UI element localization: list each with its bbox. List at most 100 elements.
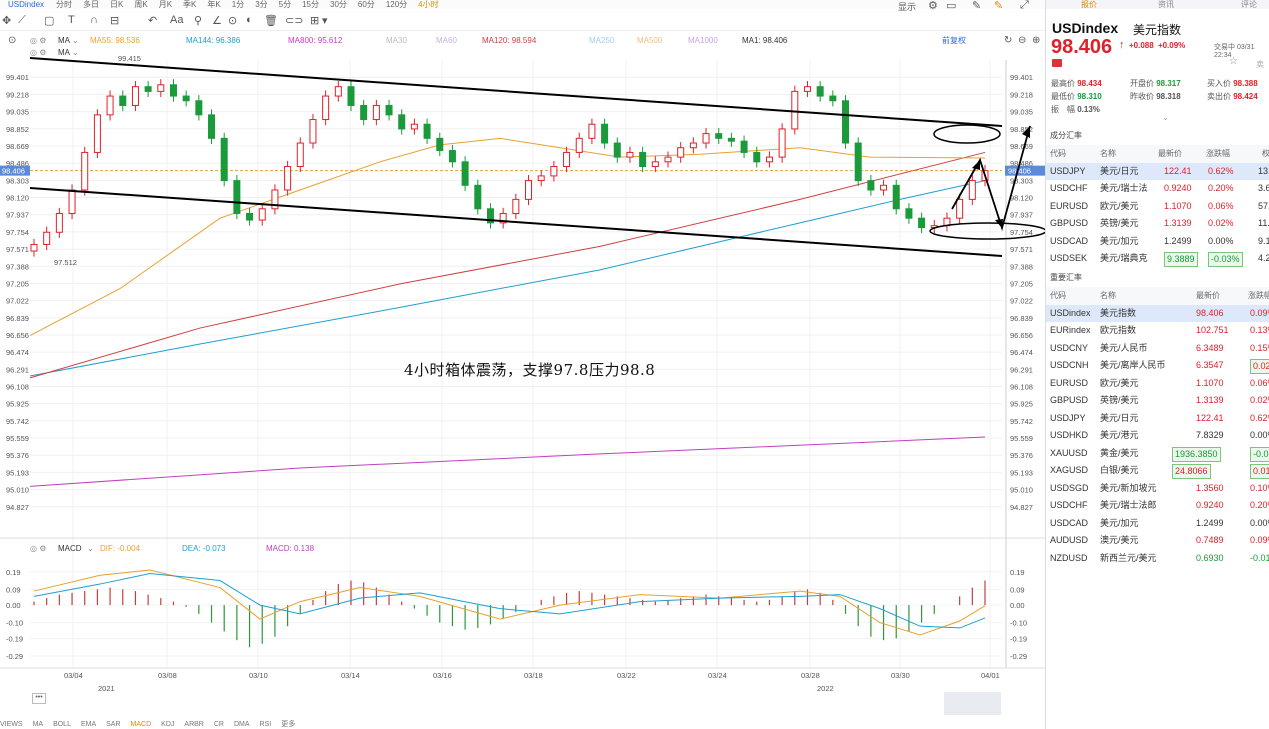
candle-body bbox=[880, 184, 888, 191]
table-row[interactable]: XAGUSD 白银/美元 24.8066 0.01% bbox=[1046, 462, 1269, 480]
macd-chevron-icon[interactable]: ⌄ bbox=[87, 543, 94, 554]
price-tick-left: 96.474 bbox=[6, 348, 29, 357]
indicator-11[interactable]: 更多 bbox=[281, 721, 295, 728]
stat-low: 最低价 98.310 bbox=[1051, 92, 1102, 101]
cell-w: 13.6 bbox=[1258, 165, 1269, 176]
table-row[interactable]: USDCNH 美元/离岸人民币 6.3547 0.02% bbox=[1046, 357, 1269, 375]
major-col-1[interactable]: 名称 bbox=[1100, 287, 1116, 305]
indicator-10[interactable]: RSI bbox=[260, 721, 272, 728]
tab-comments[interactable]: 评论 bbox=[1241, 0, 1257, 10]
high-label: 99.415 bbox=[118, 54, 141, 63]
price-tick-left: 97.022 bbox=[6, 297, 29, 306]
candle-body bbox=[639, 151, 647, 168]
table-row[interactable]: USDCAD 美元/加元 1.2499 0.00% bbox=[1046, 515, 1269, 533]
comp-col-4[interactable]: 权 bbox=[1262, 145, 1269, 163]
price-tick-right: 96.291 bbox=[1010, 365, 1033, 374]
candle-body bbox=[664, 156, 672, 163]
sell-button[interactable]: 卖 bbox=[1256, 59, 1264, 70]
table-row[interactable]: USDSGD 美元/新加坡元 1.3560 0.10% bbox=[1046, 480, 1269, 498]
table-row[interactable]: AUDUSD 澳元/美元 0.7489 0.09% bbox=[1046, 532, 1269, 550]
flag-icon bbox=[1052, 59, 1062, 67]
table-row[interactable]: USDCHF 美元/瑞士法郎 0.9240 0.20% bbox=[1046, 497, 1269, 515]
cell-code: GBPUSD bbox=[1050, 218, 1089, 228]
trade-time: 交易中 03/31 22:34 bbox=[1214, 44, 1255, 59]
tab-news[interactable]: 资讯 bbox=[1158, 0, 1174, 10]
table-row[interactable]: GBPUSD 英镑/美元 1.3139 0.02% 11.9 bbox=[1046, 215, 1269, 233]
table-row[interactable]: USDCAD 美元/加元 1.2499 0.00% 9.1 bbox=[1046, 233, 1269, 251]
candle-body bbox=[131, 86, 139, 106]
major-col-0[interactable]: 代码 bbox=[1050, 287, 1066, 305]
price-tick-right: 95.010 bbox=[1010, 486, 1033, 495]
stat-buy: 买入价 98.388 bbox=[1207, 79, 1258, 88]
comp-col-0[interactable]: 代码 bbox=[1050, 145, 1066, 163]
comp-col-2[interactable]: 最新价 bbox=[1158, 145, 1182, 163]
table-row[interactable]: USDJPY 美元/日元 122.41 0.62% 13.6 bbox=[1046, 162, 1269, 180]
comp-col-1[interactable]: 名称 bbox=[1100, 145, 1116, 163]
cell-name: 欧元/美元 bbox=[1100, 377, 1139, 388]
cell-price: 1.1070 bbox=[1196, 377, 1224, 388]
table-row[interactable]: EURUSD 欧元/美元 1.1070 0.06% 57.6 bbox=[1046, 198, 1269, 216]
cell-code: USDindex bbox=[1050, 307, 1091, 318]
table-row[interactable]: USDCHF 美元/瑞士法 0.9240 0.20% 3.6 bbox=[1046, 180, 1269, 198]
table-row[interactable]: USDCNY 美元/人民币 6.3489 0.15% bbox=[1046, 340, 1269, 358]
table-row[interactable]: USDHKD 美元/港元 7.8329 0.00% bbox=[1046, 427, 1269, 445]
star-icon[interactable]: ☆ bbox=[1229, 56, 1238, 67]
table-row[interactable]: NZDUSD 新西兰元/美元 0.6930 -0.01% bbox=[1046, 550, 1269, 568]
cell-w: 57.6 bbox=[1258, 200, 1269, 211]
dea-line bbox=[33, 573, 986, 629]
candle-body bbox=[829, 95, 837, 102]
expand-chevron-icon[interactable]: ⌄ bbox=[1162, 113, 1169, 122]
price-tick-left: 97.205 bbox=[6, 279, 29, 288]
indicator-9[interactable]: DMA bbox=[234, 721, 250, 728]
component-table: 代码名称最新价涨跌幅权USDJPY美元/日元122.410.62%13.6USD… bbox=[1046, 145, 1269, 268]
macd-tick-left: 0.00 bbox=[6, 601, 21, 610]
price-tick-right: 95.559 bbox=[1010, 434, 1033, 443]
cell-code: USDCNH bbox=[1050, 360, 1089, 370]
candle-body bbox=[157, 84, 165, 92]
tab-quote[interactable]: 报价 bbox=[1081, 0, 1097, 10]
indicator-8[interactable]: CR bbox=[214, 721, 224, 728]
price-tick-left: 96.839 bbox=[6, 314, 29, 323]
table-row[interactable]: GBPUSD 英镑/美元 1.3139 0.02% bbox=[1046, 392, 1269, 410]
cell-pct: 0.02% bbox=[1250, 395, 1269, 405]
ma144-line bbox=[29, 180, 986, 377]
date-tick: 03/04 bbox=[64, 671, 83, 680]
time-scrollbar[interactable] bbox=[944, 692, 1001, 715]
cell-name: 美元/加元 bbox=[1100, 517, 1139, 528]
price-tick-right: 97.022 bbox=[1010, 297, 1033, 306]
table-row[interactable]: USDSEK 美元/瑞典克 9.3889 -0.03% 4.2 bbox=[1046, 250, 1269, 268]
table-row[interactable]: EURindex 欧元指数 102.751 0.13% bbox=[1046, 322, 1269, 340]
indicator-4[interactable]: SAR bbox=[106, 721, 120, 728]
candle-body bbox=[613, 142, 621, 158]
price-tick-right: 99.218 bbox=[1010, 90, 1033, 99]
major-col-2[interactable]: 最新价 bbox=[1196, 287, 1220, 305]
cell-w: 9.1 bbox=[1258, 235, 1269, 246]
candle-body bbox=[702, 133, 710, 144]
candle-body bbox=[753, 151, 761, 163]
candle-body bbox=[220, 137, 228, 182]
indicator-7[interactable]: ARBR bbox=[184, 721, 203, 728]
indicator-6[interactable]: KDJ bbox=[161, 721, 174, 728]
comp-col-3[interactable]: 涨跌幅 bbox=[1206, 145, 1230, 163]
macd-visibility-icon[interactable]: ◎ ⚙ bbox=[30, 543, 46, 554]
candle-body bbox=[169, 84, 177, 97]
cell-name: 黄金/美元 bbox=[1100, 447, 1139, 458]
candle-body bbox=[461, 161, 469, 186]
indicator-3[interactable]: EMA bbox=[81, 721, 96, 728]
table-row[interactable]: USDindex 美元指数 98.406 0.09% bbox=[1046, 304, 1269, 322]
indicator-2[interactable]: BOLL bbox=[53, 721, 71, 728]
indicator-1[interactable]: MA bbox=[33, 721, 44, 728]
candle-body bbox=[182, 95, 190, 102]
scroll-dots-icon[interactable]: ••• bbox=[32, 693, 46, 704]
price-tag-right-text: 98.406 bbox=[1008, 167, 1031, 176]
indicator-0[interactable]: VIEWS bbox=[0, 721, 23, 728]
macd-legend: ◎ ⚙ MACD ⌄ DIF: -0.004 DEA: -0.073 MACD:… bbox=[0, 543, 400, 554]
cell-code: USDSGD bbox=[1050, 482, 1089, 493]
cell-pct: 0.09% bbox=[1250, 535, 1269, 545]
indicator-5[interactable]: MACD bbox=[131, 721, 152, 728]
table-row[interactable]: EURUSD 欧元/美元 1.1070 0.06% bbox=[1046, 375, 1269, 393]
table-row[interactable]: USDJPY 美元/日元 122.41 0.62% bbox=[1046, 410, 1269, 428]
table-row[interactable]: XAUUSD 黄金/美元 1936.3850 -0.03% bbox=[1046, 445, 1269, 463]
major-col-3[interactable]: 涨跌幅 bbox=[1248, 287, 1269, 305]
cell-price: 1.3560 bbox=[1196, 482, 1224, 493]
